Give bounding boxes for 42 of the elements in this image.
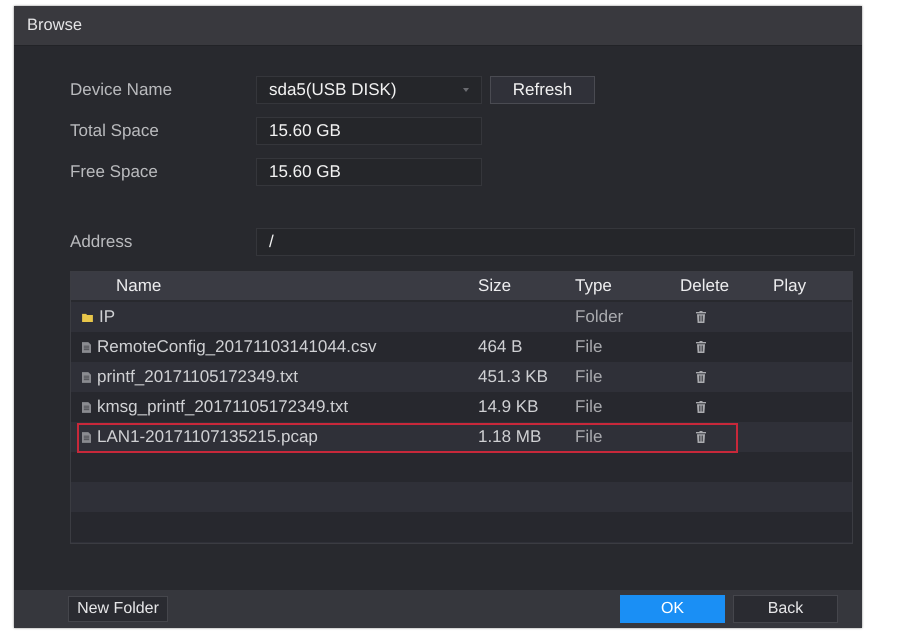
caret-icon	[463, 88, 469, 92]
type-cell: File	[575, 427, 602, 447]
field-label: Free Space	[70, 162, 159, 182]
trash-icon[interactable]	[696, 311, 706, 323]
file-icon	[82, 402, 91, 412]
type-cell: Folder	[575, 307, 624, 327]
file-name-cell[interactable]: printf_20171105172349.txt	[97, 367, 298, 387]
trash-icon[interactable]	[696, 341, 706, 353]
trash-icon[interactable]	[696, 431, 706, 443]
file-name-cell[interactable]: kmsg_printf_20171105172349.txt	[97, 397, 348, 417]
address-field[interactable]: /	[256, 228, 855, 256]
type-cell: File	[575, 397, 602, 417]
file-name-cell[interactable]: LAN1-20171107135215.pcap	[97, 427, 318, 447]
file-name-cell[interactable]: IP	[99, 307, 116, 327]
file-icon	[82, 372, 91, 382]
field-label: Address	[70, 232, 134, 252]
refresh-button[interactable]: Refresh	[490, 76, 595, 104]
text-field[interactable]: 15.60 GB	[256, 158, 482, 186]
size-cell: 14.9 KB	[478, 397, 538, 417]
field-label: Total Space	[70, 121, 160, 141]
type-cell: File	[575, 367, 602, 387]
file-icon	[82, 432, 91, 442]
size-cell: 464 B	[478, 337, 522, 357]
file-name-cell[interactable]: RemoteConfig_20171103141044.csv	[97, 337, 376, 357]
back-button[interactable]: Back	[733, 595, 838, 623]
new-folder-button[interactable]: New Folder	[68, 596, 168, 622]
folder-icon	[82, 312, 93, 322]
trash-icon[interactable]	[696, 401, 706, 413]
trash-icon[interactable]	[696, 371, 706, 383]
device-dropdown[interactable]: sda5(USB DISK)	[256, 76, 482, 104]
text-field[interactable]: 15.60 GB	[256, 117, 482, 145]
type-cell: File	[575, 337, 602, 357]
column-header[interactable]: Size	[470, 276, 512, 296]
column-header[interactable]: Name	[71, 276, 162, 296]
window-title: Browse	[27, 16, 82, 35]
size-cell: 451.3 KB	[478, 367, 548, 387]
column-header[interactable]: Delete	[665, 276, 730, 296]
file-icon	[82, 342, 91, 352]
column-header[interactable]: Type	[568, 276, 612, 296]
field-label: Device Name	[70, 80, 174, 100]
column-header[interactable]: Play	[760, 276, 806, 296]
size-cell: 1.18 MB	[478, 427, 542, 447]
